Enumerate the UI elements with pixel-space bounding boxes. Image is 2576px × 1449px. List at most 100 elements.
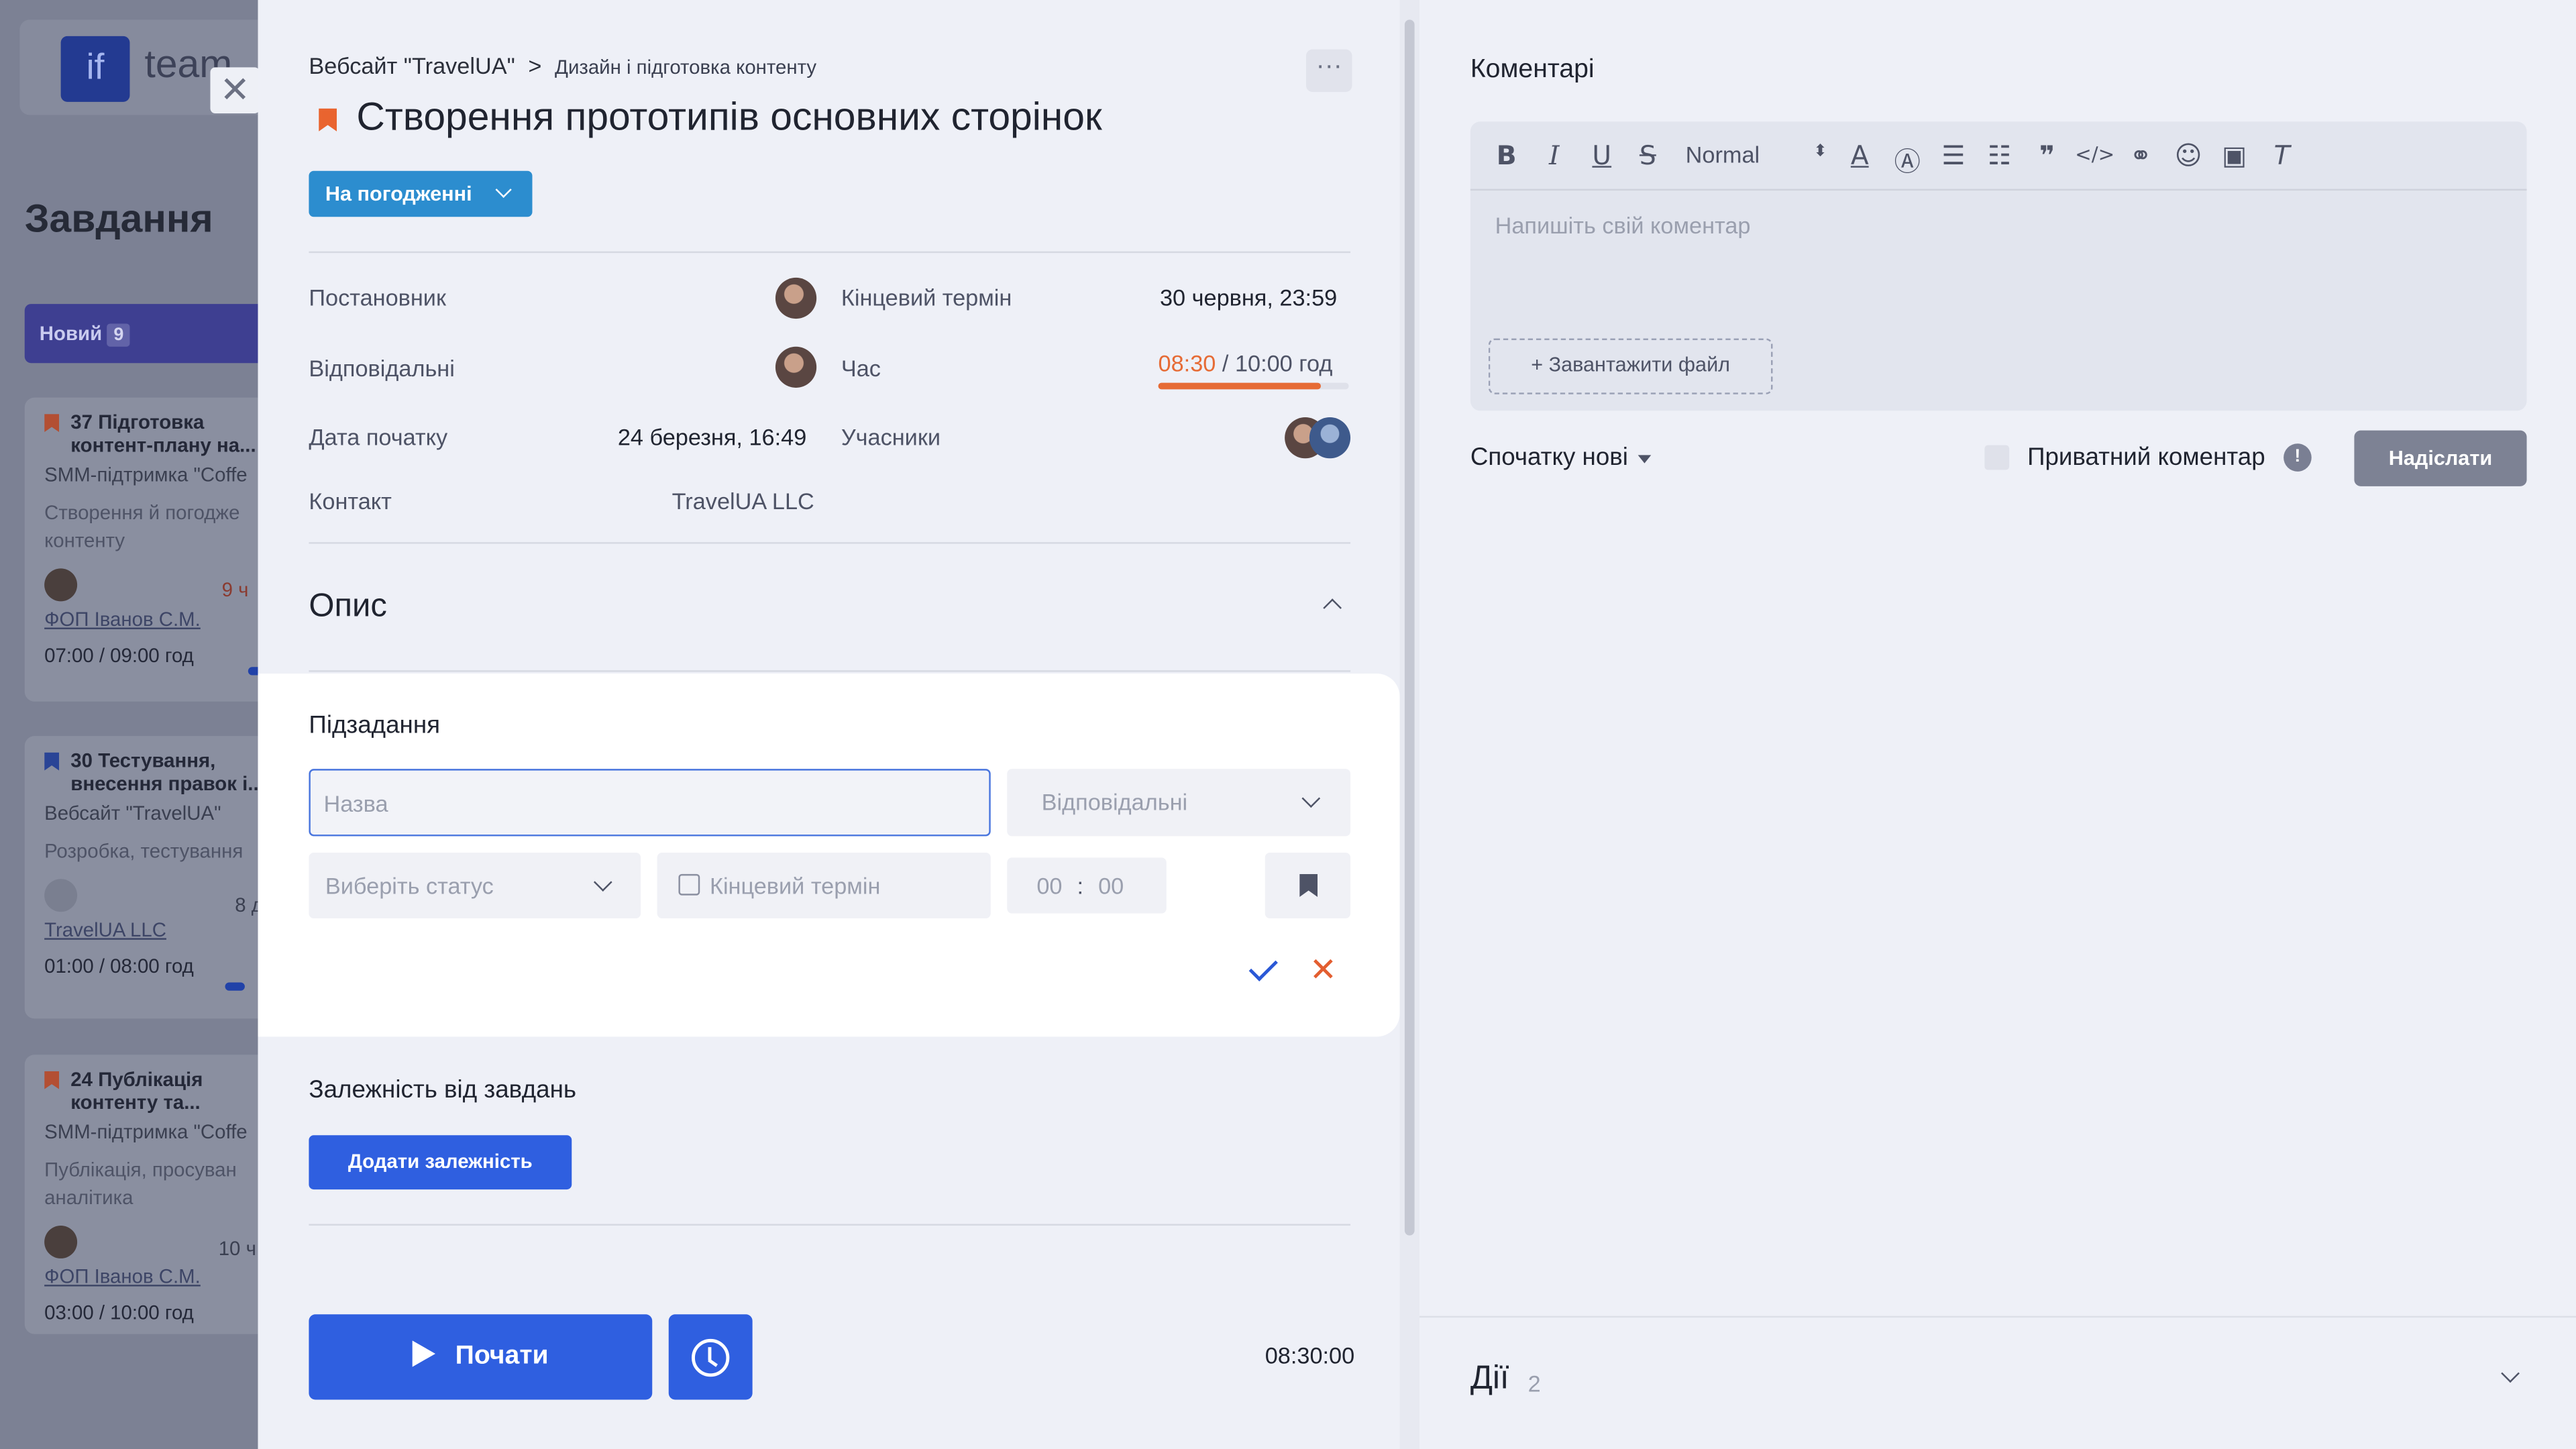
- send-button[interactable]: Надіслати: [2354, 430, 2527, 486]
- card-contact[interactable]: ФОП Іванов С.М.: [44, 1265, 258, 1288]
- card-desc: Розробка, тестування: [44, 839, 244, 863]
- underline-icon[interactable]: U: [1584, 140, 1620, 171]
- quote-icon[interactable]: ❞: [2029, 140, 2065, 171]
- avatar: [44, 1225, 78, 1258]
- private-checkbox[interactable]: [1984, 445, 2010, 470]
- status-placeholder: Виберіть статус: [325, 872, 494, 899]
- card-num: 37: [70, 411, 93, 434]
- select-arrows-icon[interactable]: ⬍: [1803, 143, 1839, 161]
- more-icon[interactable]: ···: [1305, 49, 1352, 93]
- divider: [309, 1224, 1351, 1226]
- flag-icon: [44, 752, 60, 771]
- minutes-field[interactable]: 00: [1098, 872, 1124, 898]
- private-label: Приватний коментар: [2027, 443, 2265, 472]
- bullet-list-icon[interactable]: ☷: [1981, 140, 2017, 171]
- bold-icon[interactable]: B: [1489, 140, 1525, 171]
- column-count: 9: [107, 323, 131, 347]
- column-new[interactable]: Новий 9: [24, 304, 258, 364]
- time-value[interactable]: 08:30 / 10:00 год: [1159, 350, 1333, 376]
- card-contact[interactable]: ФОП Іванов С.М.: [44, 608, 258, 631]
- task-card[interactable]: 24 Публікація контенту та... SMM-підтрим…: [24, 1055, 258, 1334]
- breadcrumb-stage[interactable]: Дизайн і підготовка контенту: [555, 56, 816, 78]
- actions-section[interactable]: Дії 2: [1419, 1316, 2576, 1449]
- subtask-responsible-select[interactable]: Відповідальні: [1007, 769, 1351, 837]
- calendar-icon: [678, 874, 700, 896]
- subtask-deadline-picker[interactable]: Кінцевий термін: [657, 853, 991, 918]
- start-button[interactable]: Почати: [309, 1314, 653, 1400]
- task-title[interactable]: Створення прототипів основних сторінок: [356, 95, 1102, 142]
- column-label: Новий: [39, 322, 103, 345]
- breadcrumb: Вебсайт "TravelUA" > Дизайн і підготовка к…: [309, 52, 816, 78]
- scrollbar[interactable]: [1399, 0, 1419, 1449]
- deadline-placeholder: Кінцевий термін: [709, 872, 881, 899]
- highlight-icon[interactable]: Ⓐ: [1889, 140, 1925, 179]
- format-select[interactable]: Normal: [1686, 142, 1760, 168]
- breadcrumb-project[interactable]: Вебсайт "TravelUA": [309, 52, 515, 78]
- time-log-button[interactable]: [668, 1314, 753, 1400]
- status-dropdown[interactable]: На погодженні: [309, 170, 533, 217]
- clock-icon: [692, 1338, 730, 1377]
- chevron-down-icon: [1301, 789, 1321, 808]
- image-icon[interactable]: ▣: [2216, 140, 2253, 171]
- flag-icon: [44, 414, 60, 433]
- cancel-icon[interactable]: ✕: [1309, 950, 1337, 991]
- responsible-placeholder: Відповідальні: [1041, 788, 1188, 815]
- contact-label: Контакт: [309, 488, 392, 515]
- dependencies-heading: Залежність від завдань: [309, 1076, 577, 1104]
- card-title: Тестування, внесення правок і...: [70, 749, 258, 796]
- progress-bar: [248, 667, 258, 676]
- deadline-value[interactable]: 30 червня, 23:59: [1160, 284, 1337, 311]
- flag-icon: [44, 1071, 60, 1089]
- contact-value[interactable]: TravelUA LLC: [672, 488, 814, 514]
- card-project: SMM-підтримка "Coffe: [44, 1120, 248, 1144]
- chevron-down-icon: [593, 873, 612, 892]
- subtasks-heading: Підзадання: [309, 711, 441, 740]
- card-time: 03:00 / 10:00 год: [44, 1301, 194, 1324]
- card-num: 24: [70, 1067, 93, 1091]
- subtask-priority-button[interactable]: [1265, 853, 1351, 918]
- info-icon[interactable]: !: [2284, 443, 2312, 472]
- close-icon[interactable]: ✕: [210, 67, 260, 113]
- italic-icon[interactable]: I: [1536, 140, 1572, 171]
- hours-field[interactable]: 00: [1036, 872, 1062, 898]
- ordered-list-icon[interactable]: ☰: [1935, 140, 1972, 171]
- subtask-name-input[interactable]: Назва: [309, 769, 991, 837]
- chevron-down-icon[interactable]: [2501, 1364, 2520, 1383]
- card-num: 30: [70, 749, 93, 773]
- participants-label: Учасники: [841, 423, 941, 451]
- comment-editor[interactable]: B I U S Normal ⬍ A Ⓐ ☰ ☷ ❞ </> ⚭ ☺ ▣ T Н…: [1470, 121, 2527, 411]
- status-label: На погодженні: [325, 182, 472, 206]
- time-total: / 10:00 год: [1222, 350, 1333, 376]
- start-date-label: Дата початку: [309, 423, 448, 451]
- responsible-avatar[interactable]: [775, 346, 817, 388]
- flag-icon: [1299, 873, 1318, 898]
- strikethrough-icon[interactable]: S: [1629, 140, 1666, 171]
- participant-avatar[interactable]: [1309, 417, 1351, 459]
- sort-dropdown[interactable]: Спочатку нові: [1470, 443, 1652, 472]
- scrollbar-thumb[interactable]: [1404, 19, 1415, 1236]
- task-card[interactable]: 37 Підготовка контент-плану на... SMM-пі…: [24, 397, 258, 702]
- avatar: [44, 879, 78, 912]
- upload-file-button[interactable]: + Завантажити файл: [1488, 338, 1773, 394]
- subtask-time-input[interactable]: 00:00: [1007, 857, 1167, 914]
- comment-placeholder[interactable]: Напишіть свій коментар: [1495, 212, 1751, 238]
- task-card[interactable]: 30 Тестування, внесення правок і... Вебс…: [24, 736, 258, 1019]
- emoji-icon[interactable]: ☺: [2170, 140, 2206, 171]
- card-late: 8 д: [235, 894, 258, 917]
- divider: [309, 670, 1351, 672]
- clear-format-icon[interactable]: T: [2264, 140, 2300, 171]
- time-separator: :: [1077, 872, 1084, 899]
- text-color-icon[interactable]: A: [1841, 140, 1878, 171]
- card-contact[interactable]: TravelUA LLC: [44, 918, 258, 941]
- description-heading[interactable]: Опис: [309, 588, 386, 626]
- app-logo: if: [60, 36, 130, 102]
- card-late: 9 ч: [221, 578, 249, 602]
- timer-display: 08:30:00: [1265, 1342, 1355, 1369]
- link-icon[interactable]: ⚭: [2123, 140, 2159, 171]
- author-avatar[interactable]: [775, 277, 817, 319]
- subtask-status-select[interactable]: Виберіть статус: [309, 853, 641, 918]
- start-date-value[interactable]: 24 березня, 16:49: [618, 424, 806, 450]
- code-icon[interactable]: </>: [2075, 143, 2114, 166]
- progress-bar: [225, 982, 245, 991]
- add-dependency-button[interactable]: Додати залежність: [309, 1135, 572, 1190]
